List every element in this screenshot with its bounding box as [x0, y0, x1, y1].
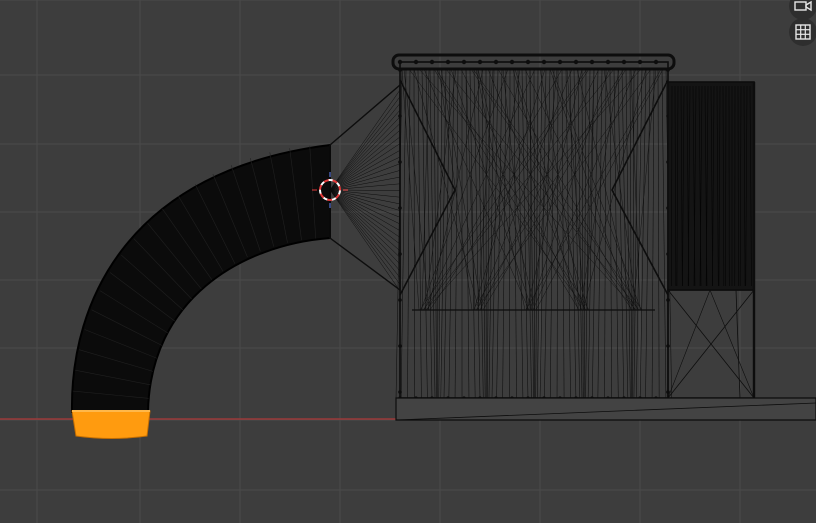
base-plate[interactable]: [395, 397, 816, 421]
3d-viewport[interactable]: [0, 0, 816, 523]
wireframe-mesh[interactable]: [0, 0, 816, 523]
side-block[interactable]: [667, 81, 756, 399]
pipe-elbow-body[interactable]: [70, 143, 331, 413]
main-box[interactable]: [391, 53, 676, 400]
selected-face[interactable]: [71, 410, 151, 439]
camera-icon: [794, 0, 812, 13]
toggle-perspective-button[interactable]: [789, 18, 816, 46]
grid-perspective-icon: [795, 24, 811, 40]
pipe-elbow[interactable]: [70, 143, 331, 439]
